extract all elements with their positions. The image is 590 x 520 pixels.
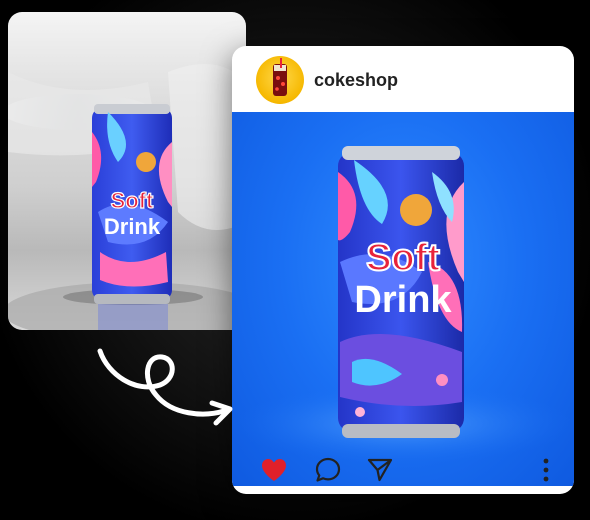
avatar[interactable] <box>256 56 304 104</box>
more-vertical-icon <box>543 458 549 482</box>
before-can-label-line2: Drink <box>104 214 161 239</box>
post-image: Soft Drink <box>232 112 574 486</box>
before-can-label-line1: Soft <box>111 188 154 213</box>
like-button[interactable] <box>258 454 290 486</box>
share-button[interactable] <box>364 454 396 486</box>
post-username[interactable]: cokeshop <box>314 70 398 91</box>
curved-arrow-icon <box>97 348 233 426</box>
post-can-label-line2: Drink <box>354 279 452 321</box>
comment-icon <box>315 457 341 482</box>
comment-button[interactable] <box>312 454 344 486</box>
post-image-scene: Soft Drink <box>233 146 573 464</box>
send-icon <box>367 458 393 482</box>
soda-glass-icon <box>273 58 287 96</box>
post-actions-bar <box>232 446 574 494</box>
social-post-card: cokeshop Soft Drink <box>232 46 574 494</box>
heart-icon <box>262 459 286 481</box>
transition-arrow <box>96 345 236 440</box>
post-can-label-line1: Soft <box>366 237 440 279</box>
post-header: cokeshop <box>232 46 574 112</box>
before-photo: Soft Drink <box>8 12 246 330</box>
more-options-button[interactable] <box>530 454 562 486</box>
before-photo-scene: Soft Drink <box>8 64 246 330</box>
